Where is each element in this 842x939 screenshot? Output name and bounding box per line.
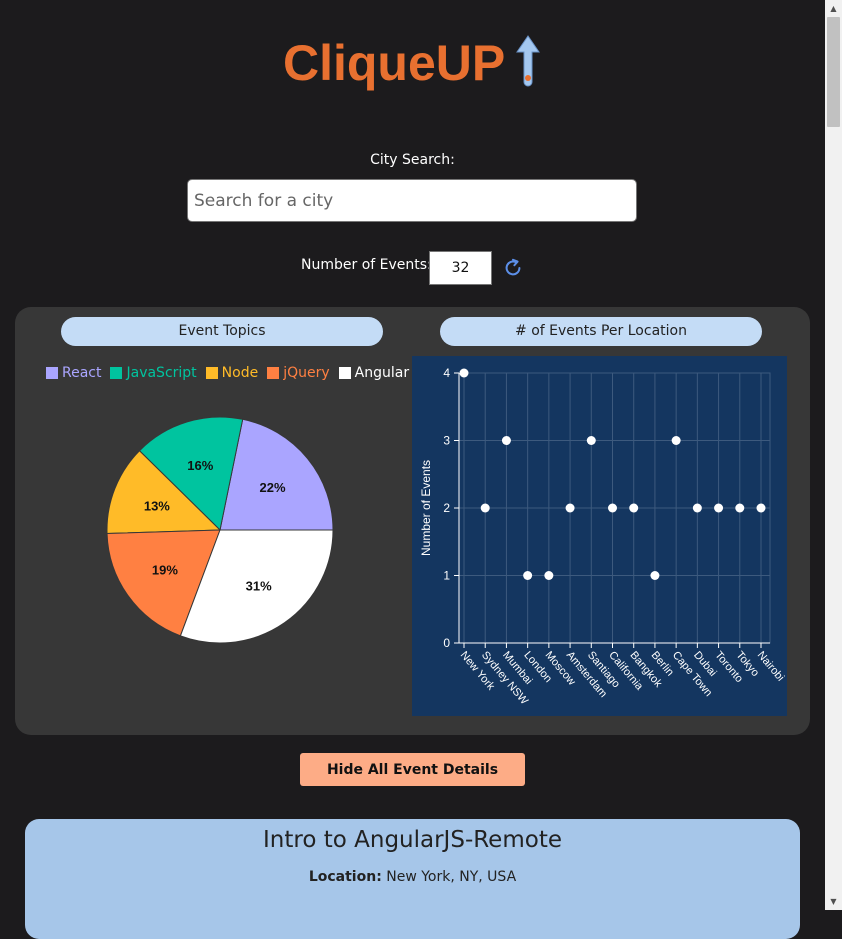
legend-swatch	[205, 367, 218, 379]
number-of-events-input[interactable]: 32	[429, 251, 492, 285]
scatter-point[interactable]	[565, 503, 575, 513]
up-arrow-icon	[515, 35, 540, 87]
legend-label: Node	[221, 365, 259, 381]
events-per-location-scatter-chart: 01234New YorkSydney NSWMumbaiLondonMosco…	[412, 356, 787, 716]
legend-item-jquery[interactable]: jQuery	[267, 365, 330, 381]
event-location: Location: New York, NY, USA	[25, 869, 800, 885]
scatter-point[interactable]	[671, 436, 681, 445]
y-tick-label: 2	[443, 501, 450, 515]
scatter-point[interactable]	[629, 503, 639, 513]
scatter-point[interactable]	[459, 368, 469, 378]
scatter-point[interactable]	[544, 571, 554, 580]
legend-item-react[interactable]: React	[46, 365, 101, 381]
number-of-events-label: Number of Events:	[301, 257, 432, 273]
events-per-location-title: # of Events Per Location	[440, 317, 762, 346]
scatter-point[interactable]	[650, 571, 660, 580]
y-tick-label: 4	[443, 366, 450, 380]
event-topics-title: Event Topics	[61, 317, 383, 346]
y-tick-label: 1	[443, 569, 450, 583]
number-of-events-row: Number of Events: 32	[0, 251, 825, 285]
scatter-point[interactable]	[501, 436, 511, 445]
legend-swatch	[338, 367, 351, 379]
scatter-point[interactable]	[692, 503, 702, 513]
pie-slice-label: 19%	[152, 563, 178, 578]
scatter-point[interactable]	[586, 436, 596, 445]
pie-slice-label: 31%	[246, 579, 272, 594]
scatter-point[interactable]	[480, 503, 490, 513]
x-tick-label: Nairobi	[755, 649, 787, 683]
city-search-input[interactable]	[187, 179, 637, 222]
vertical-scrollbar[interactable]: ▲ ▼	[825, 0, 842, 910]
event-topics-pie-chart: 22% 16% 13% 19% 31%	[106, 416, 334, 644]
event-location-value: New York, NY, USA	[386, 869, 517, 885]
legend-label: Angular	[354, 365, 410, 381]
scatter-point[interactable]	[608, 503, 617, 513]
pie-legend: React JavaScript Node jQuery Angular	[46, 365, 409, 381]
legend-item-angular[interactable]: Angular	[338, 365, 410, 381]
scatter-point[interactable]	[735, 503, 745, 513]
scroll-thumb[interactable]	[827, 17, 840, 127]
scroll-down-arrow-icon[interactable]: ▼	[825, 893, 842, 910]
charts-panel: Event Topics # of Events Per Location Re…	[15, 307, 810, 735]
pie-slice-label: 16%	[187, 458, 213, 473]
event-card: Intro to AngularJS-Remote Location: New …	[25, 819, 800, 939]
event-title: Intro to AngularJS-Remote	[263, 827, 562, 853]
y-tick-label: 0	[443, 636, 450, 650]
legend-label: React	[62, 365, 102, 381]
legend-label: JavaScript	[126, 365, 197, 381]
legend-label: jQuery	[283, 365, 330, 381]
logo-text: CliqueUP	[283, 35, 505, 91]
pie-slice-label: 22%	[260, 480, 286, 495]
refresh-icon[interactable]	[502, 257, 524, 279]
y-tick-label: 3	[443, 434, 450, 448]
legend-item-javascript[interactable]: JavaScript	[110, 365, 197, 381]
y-axis-label: Number of Events	[419, 460, 433, 556]
hide-all-event-details-button[interactable]: Hide All Event Details	[300, 753, 525, 786]
legend-item-node[interactable]: Node	[205, 365, 259, 381]
app-logo: CliqueUP	[0, 30, 825, 100]
scatter-point[interactable]	[714, 503, 724, 513]
scatter-point[interactable]	[756, 503, 766, 513]
legend-swatch	[267, 367, 280, 379]
pie-slice-label: 13%	[144, 498, 170, 513]
legend-swatch	[46, 367, 58, 379]
scroll-up-arrow-icon[interactable]: ▲	[825, 0, 842, 17]
event-location-label: Location:	[308, 869, 382, 885]
city-search-label: City Search:	[370, 152, 455, 168]
scatter-point[interactable]	[523, 571, 533, 580]
legend-swatch	[110, 367, 123, 379]
